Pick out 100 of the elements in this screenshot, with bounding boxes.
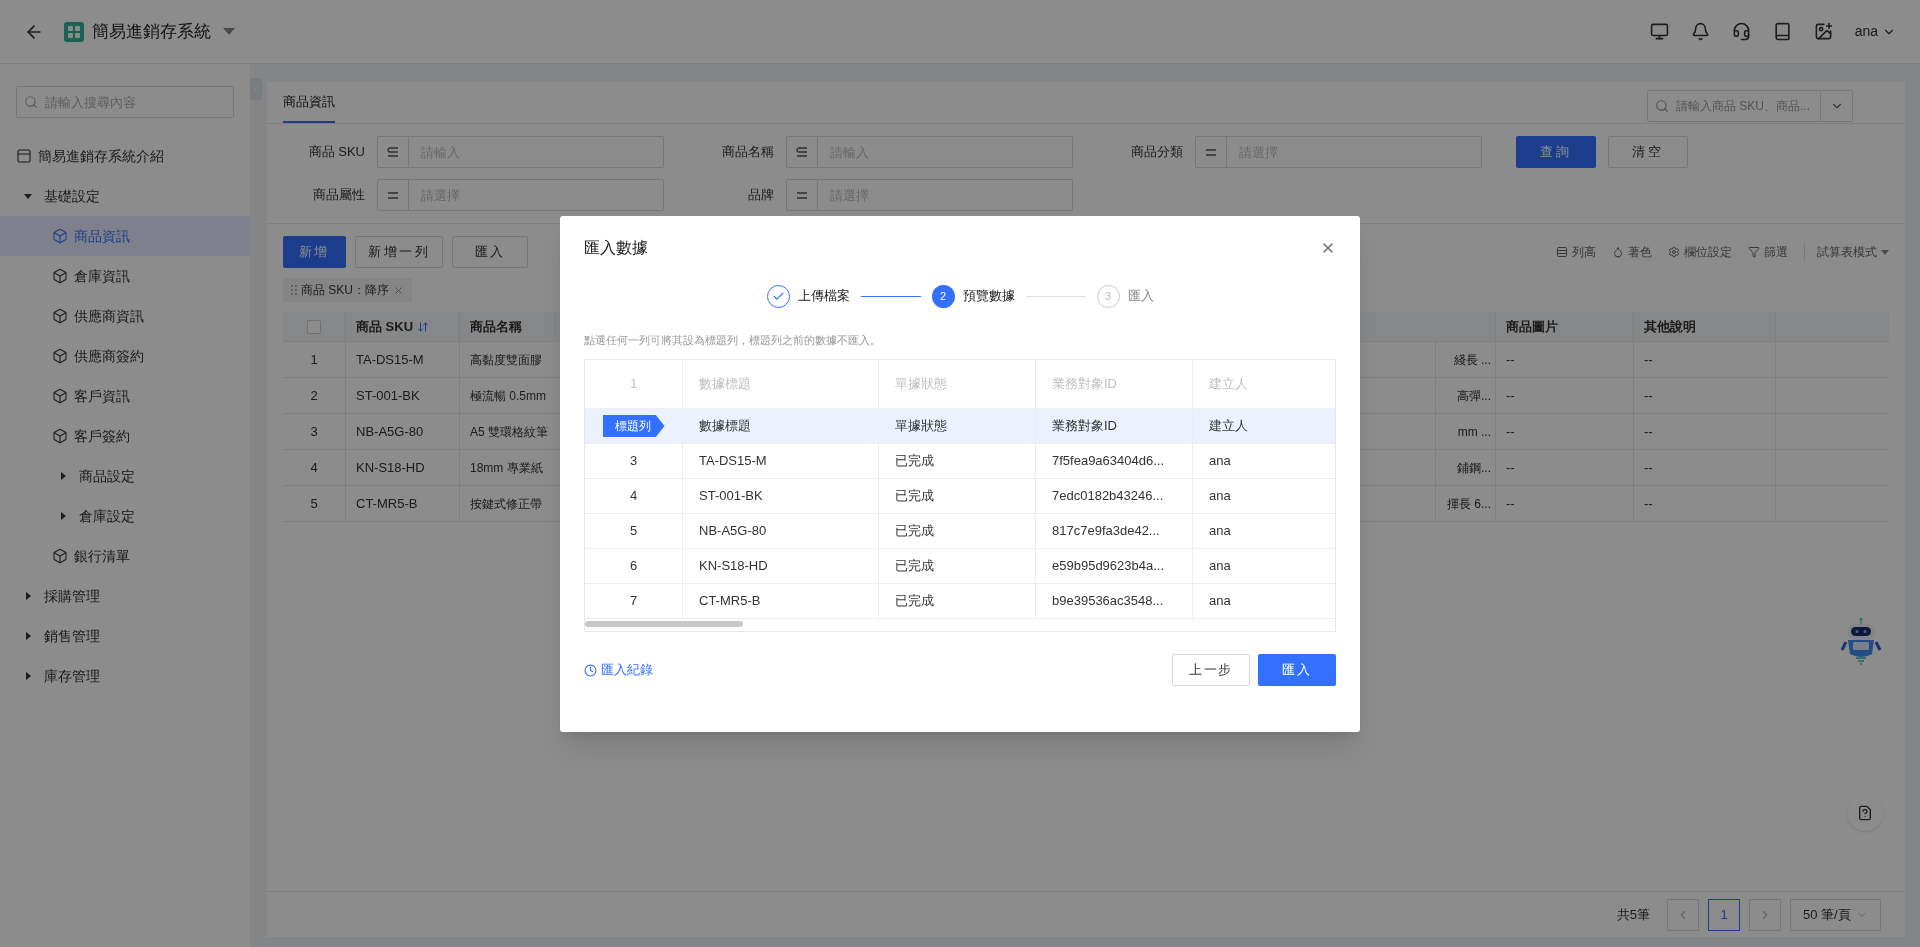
checkbox[interactable]: [307, 319, 321, 334]
caret-icon[interactable]: [24, 672, 32, 680]
contains-icon: [796, 147, 808, 157]
equals-icon: [797, 191, 807, 199]
table-cell: CT-MR5-B: [346, 486, 460, 521]
book-icon[interactable]: [1772, 22, 1792, 41]
toolbar-button[interactable]: 匯入: [452, 236, 529, 268]
dialog-button[interactable]: 上一步: [1172, 654, 1250, 686]
sidebar-item[interactable]: 供應商資訊: [0, 296, 250, 336]
page-button[interactable]: 1: [1708, 898, 1740, 931]
operator-addon[interactable]: [786, 136, 818, 168]
table-cell-text: 建立人: [1208, 417, 1249, 436]
table-cell: --: [1634, 414, 1776, 449]
sort-chip[interactable]: 商品 SKU：降序: [283, 278, 412, 302]
table-cell-text: ana: [1208, 487, 1232, 506]
total-count: 共5筆: [1616, 905, 1650, 924]
column-header[interactable]: 商品圖片: [1496, 312, 1634, 341]
table-cell: --: [1496, 378, 1634, 413]
page-tab[interactable]: 商品資訊: [283, 82, 335, 123]
preview-row[interactable]: 標題列 數據標題 單據狀態 業務對象ID 建立人: [585, 409, 1335, 444]
sidebar-item[interactable]: 商品資訊: [0, 216, 250, 256]
preview-row[interactable]: 7 CT-MR5-B 已完成 b9e39536ac3548... ana: [585, 584, 1335, 619]
preview-row[interactable]: 3 TA-DS15-M 已完成 7f5fea9a63404d6... ana: [585, 444, 1335, 479]
sort-icon[interactable]: [417, 320, 430, 333]
table-cell: 業務對象ID: [1036, 409, 1193, 443]
user-menu[interactable]: ana: [1854, 21, 1896, 42]
import-history-link[interactable]: 匯入紀錄: [584, 660, 653, 680]
toolbar-link[interactable]: 篩選: [1748, 243, 1788, 261]
drag-handle-icon: [291, 285, 297, 295]
step-label: 上傳檔案: [797, 287, 850, 306]
app-title[interactable]: 簡易進銷存系統: [92, 18, 211, 45]
sidebar-item[interactable]: 客戶簽約: [0, 416, 250, 456]
robot-icon[interactable]: [1839, 616, 1883, 666]
toolbar-link[interactable]: 欄位設定: [1668, 243, 1732, 261]
toolbar-link[interactable]: 列高: [1556, 243, 1596, 261]
search-icon: [24, 95, 38, 109]
filter-button[interactable]: 查詢: [1516, 136, 1596, 168]
sidebar-group[interactable]: 倉庫設定: [0, 496, 250, 536]
caret-icon[interactable]: [59, 472, 67, 480]
table-cell-text: 極流暢 0.5mm: [469, 387, 547, 405]
table-cell: 已完成: [879, 584, 1036, 618]
hint-text: 點選任何一列可將其設為標題列，標題列之前的數據不匯入。: [584, 332, 882, 348]
bell-icon[interactable]: [1690, 22, 1710, 41]
operator-addon[interactable]: [1195, 136, 1227, 168]
sidebar-group[interactable]: 基礎設定: [0, 176, 250, 216]
filter-label: 商品 SKU: [307, 143, 365, 162]
image-add-icon[interactable]: [1813, 22, 1833, 41]
table-cell-text: ana: [1208, 557, 1232, 576]
tool-icon: [1748, 246, 1760, 258]
sidebar-item[interactable]: 倉庫資訊: [0, 256, 250, 296]
caret-icon[interactable]: [24, 632, 32, 640]
table-cell-text: A5 雙環格紋筆: [469, 423, 549, 441]
caret-icon[interactable]: [24, 192, 32, 200]
table-cell-text: 按鍵式修正帶: [469, 495, 543, 513]
sidebar-item[interactable]: 銀行清單: [0, 536, 250, 576]
toolbar-button[interactable]: 新增: [283, 236, 346, 268]
table-cell: 數據標題: [683, 409, 879, 443]
table-cell-text: ana: [1208, 592, 1232, 611]
preview-row[interactable]: 4 ST-001-BK 已完成 7edc0182b43246... ana: [585, 479, 1335, 514]
table-cell: ST-001-BK: [683, 479, 879, 513]
sidebar-group[interactable]: 採購管理: [0, 576, 250, 616]
search-icon: [1655, 98, 1669, 113]
caret-icon: [1881, 249, 1889, 255]
sidebar-item[interactable]: 客戶資訊: [0, 376, 250, 416]
page-size-select[interactable]: 50 筆/頁: [1790, 898, 1881, 931]
toolbar-link[interactable]: 著色: [1612, 243, 1652, 261]
sidebar-item[interactable]: 供應商簽約: [0, 336, 250, 376]
app-logo: [64, 21, 84, 42]
equals-icon: [388, 191, 398, 199]
filter-label: 商品分類: [1130, 143, 1183, 162]
table-cell: 綫長 ...: [1436, 342, 1496, 377]
filter-button[interactable]: 清空: [1608, 136, 1688, 168]
headset-icon[interactable]: [1731, 22, 1751, 41]
column-header[interactable]: 其他說明: [1634, 312, 1776, 341]
sidebar-group[interactable]: 商品設定: [0, 456, 250, 496]
filter-label: 品牌: [747, 186, 774, 205]
monitor-icon[interactable]: [1649, 22, 1669, 41]
column-header[interactable]: 商品名稱: [460, 312, 556, 341]
caret-icon[interactable]: [223, 28, 235, 35]
column-header[interactable]: 商品 SKU: [346, 312, 460, 341]
dialog-button[interactable]: 匯入: [1258, 654, 1336, 686]
sidebar-item[interactable]: 簡易進銷存系統介紹: [0, 136, 250, 176]
scrollbar-thumb[interactable]: [585, 621, 743, 627]
sidebar-group[interactable]: 庫存管理: [0, 656, 250, 696]
row-number: 1: [283, 342, 346, 377]
step-label: 預覽數據: [962, 287, 1015, 306]
preview-row[interactable]: 5 NB-A5G-80 已完成 817c7e9fa3de42... ana: [585, 514, 1335, 549]
dialog-title: 匯入數據: [584, 237, 648, 258]
operator-addon[interactable]: [786, 179, 818, 211]
toolbar-link[interactable]: 試算表模式: [1804, 243, 1889, 261]
title-row-badge: 標題列: [602, 415, 665, 437]
sidebar-group[interactable]: 銷售管理: [0, 616, 250, 656]
operator-addon[interactable]: [377, 179, 409, 211]
row-number: 3: [629, 452, 638, 471]
preview-row[interactable]: 6 KN-S18-HD 已完成 e59b95d9623b4a... ana: [585, 549, 1335, 584]
caret-icon[interactable]: [59, 512, 67, 520]
dropdown-toggle[interactable]: [1821, 89, 1853, 122]
toolbar-button[interactable]: 新增一列: [355, 236, 444, 268]
operator-addon[interactable]: [377, 136, 409, 168]
caret-icon[interactable]: [24, 592, 32, 600]
